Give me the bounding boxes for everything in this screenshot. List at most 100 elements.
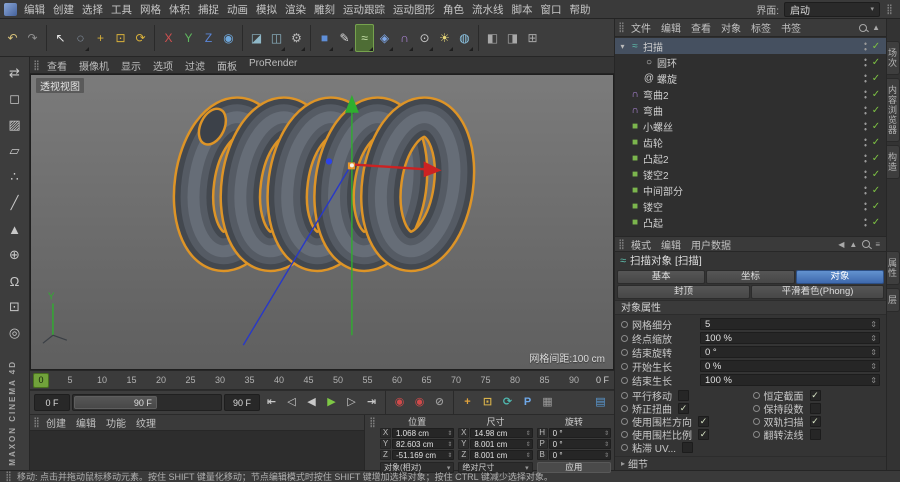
panel-grip[interactable]: [619, 238, 624, 250]
am-menu-item-0[interactable]: 模式: [626, 237, 656, 252]
enabled-check-icon[interactable]: ✓: [870, 153, 882, 164]
section-object-properties[interactable]: 对象属性: [615, 300, 886, 315]
app-logo-icon[interactable]: [4, 2, 17, 16]
stepper-icon[interactable]: ⇕: [604, 452, 609, 459]
tree-row-object[interactable]: ■ 凸起2 ✓: [615, 150, 886, 166]
menubar-item-6[interactable]: 捕捉: [194, 2, 223, 17]
anim-dot-icon[interactable]: [621, 392, 628, 399]
coord-input[interactable]: 8.001 cm ⇕: [470, 439, 533, 449]
anim-dot-icon[interactable]: [621, 376, 628, 384]
record-keyframe-icon[interactable]: ◉: [390, 394, 409, 412]
menubar-item-9[interactable]: 渲染: [281, 2, 310, 17]
timeline-playhead[interactable]: 0: [33, 373, 49, 388]
range-handle[interactable]: 90 F: [74, 396, 157, 409]
enabled-check-icon[interactable]: ✓: [870, 41, 882, 52]
side-tab-bottom-0[interactable]: 属性: [887, 251, 900, 285]
tree-row-bend[interactable]: ∩ 弯曲2 ✓: [615, 86, 886, 102]
visibility-dots[interactable]: [863, 56, 868, 68]
viewport-canvas[interactable]: Y: [31, 75, 613, 369]
tree-row-object[interactable]: ■ 凸起 ✓: [615, 214, 886, 230]
checkbox[interactable]: [682, 442, 694, 453]
side-tab-top-1[interactable]: 内容浏览器: [887, 78, 900, 142]
visibility-dots[interactable]: [863, 104, 868, 116]
enabled-check-icon[interactable]: ✓: [870, 121, 882, 132]
preview-render-icon[interactable]: ▤: [591, 394, 610, 412]
enabled-check-icon[interactable]: ✓: [870, 185, 882, 196]
om-menu-item-5[interactable]: 书签: [776, 20, 806, 35]
viewport-menu-item-6[interactable]: ProRender: [243, 58, 303, 73]
end-frame-field[interactable]: 90 F: [224, 394, 260, 411]
material-list-area[interactable]: [30, 431, 364, 470]
tree-row-circle[interactable]: ○ 圆环 ✓: [615, 54, 886, 70]
spline-pen-icon[interactable]: ✎: [335, 24, 354, 52]
viewport[interactable]: 透视视图 Y 网格间距:100 cm: [30, 74, 614, 370]
sky-icon[interactable]: ◍: [455, 24, 474, 52]
menubar-item-10[interactable]: 雕刻: [310, 2, 339, 17]
am-menu-item-1[interactable]: 编辑: [656, 237, 686, 252]
tree-row-object[interactable]: ■ 中间部分 ✓: [615, 182, 886, 198]
enabled-check-icon[interactable]: ✓: [870, 137, 882, 148]
coord-input[interactable]: 82.603 cm ⇕: [392, 439, 455, 449]
redo-icon[interactable]: ↷: [23, 24, 42, 52]
checkbox[interactable]: [809, 403, 821, 414]
visibility-dots[interactable]: [863, 88, 868, 100]
visibility-dots[interactable]: [863, 40, 868, 52]
visibility-dots[interactable]: [863, 136, 868, 148]
layout-one-icon[interactable]: ◧: [483, 24, 502, 52]
tree-row-object[interactable]: ■ 小螺丝 ✓: [615, 118, 886, 134]
checkbox[interactable]: [678, 390, 689, 401]
workplane-mode-icon[interactable]: ▱: [3, 139, 27, 163]
enabled-check-icon[interactable]: ✓: [870, 201, 882, 212]
stepper-icon[interactable]: ⇕: [447, 452, 452, 459]
enabled-check-icon[interactable]: ✓: [870, 105, 882, 116]
visibility-dots[interactable]: [863, 120, 868, 132]
menubar-item-11[interactable]: 运动跟踪: [339, 2, 389, 17]
timeline-ruler[interactable]: 051015202530354045505560657075808590 0 0…: [30, 370, 614, 390]
viewport-view-label[interactable]: 透视视图: [36, 78, 84, 93]
goto-start-icon[interactable]: ⇤: [262, 394, 281, 412]
visibility-dots[interactable]: [863, 216, 868, 228]
light-icon[interactable]: ☀: [435, 24, 454, 52]
goto-end-icon[interactable]: ⇥: [362, 394, 381, 412]
stepper-icon[interactable]: ⇕: [526, 441, 531, 448]
texture-mode-icon[interactable]: ▨: [3, 113, 27, 137]
menubar-item-8[interactable]: 模拟: [252, 2, 281, 17]
enabled-check-icon[interactable]: ✓: [870, 169, 882, 180]
anim-dot-icon[interactable]: [621, 444, 628, 451]
enabled-check-icon[interactable]: ✓: [870, 73, 882, 84]
panel-grip[interactable]: [34, 59, 39, 71]
side-tab-bottom-1[interactable]: 层: [887, 288, 900, 312]
enabled-check-icon[interactable]: ✓: [870, 217, 882, 228]
side-tab-top-2[interactable]: 构造: [887, 145, 900, 179]
visibility-dots[interactable]: [863, 184, 868, 196]
coord-input[interactable]: 0 ° ⇕: [548, 439, 611, 449]
stepper-icon[interactable]: ⇕: [526, 430, 531, 437]
undo-icon[interactable]: ↶: [3, 24, 22, 52]
tab-平滑着色(Phong)[interactable]: 平滑着色(Phong): [751, 285, 884, 299]
visibility-dots[interactable]: [863, 152, 868, 164]
tree-row-object[interactable]: ■ 镂空 ✓: [615, 198, 886, 214]
tab-封顶[interactable]: 封顶: [617, 285, 750, 299]
key-parameter-icon[interactable]: P: [518, 394, 537, 412]
menubar-item-4[interactable]: 网格: [136, 2, 165, 17]
anim-dot-icon[interactable]: [752, 392, 760, 399]
keyframe-off-icon[interactable]: ⊘: [430, 394, 449, 412]
stepper-icon[interactable]: ⇕: [604, 441, 609, 448]
checkbox[interactable]: [809, 429, 821, 440]
key-scale-icon[interactable]: ⊡: [478, 394, 497, 412]
material-menu-item-3[interactable]: 纹理: [131, 415, 161, 430]
stepper-icon[interactable]: ⇕: [870, 320, 877, 329]
layout-two-icon[interactable]: ◨: [503, 24, 522, 52]
field-input[interactable]: 5 ⇕: [700, 318, 880, 330]
visibility-dots[interactable]: [863, 72, 868, 84]
stepper-icon[interactable]: ⇕: [447, 441, 452, 448]
selection-frame-icon[interactable]: ◌: [71, 24, 90, 52]
workplane-lock-icon[interactable]: ⊡: [3, 295, 27, 319]
panel-grip[interactable]: [887, 3, 892, 15]
stepper-icon[interactable]: ⇕: [604, 430, 609, 437]
coord-input[interactable]: 0 ° ⇕: [548, 450, 611, 460]
edges-mode-icon[interactable]: ╱: [3, 191, 27, 215]
details-row[interactable]: ▸ 细节: [615, 456, 886, 471]
checkbox[interactable]: ✓: [809, 390, 821, 401]
stepper-icon[interactable]: ⇕: [870, 348, 877, 357]
